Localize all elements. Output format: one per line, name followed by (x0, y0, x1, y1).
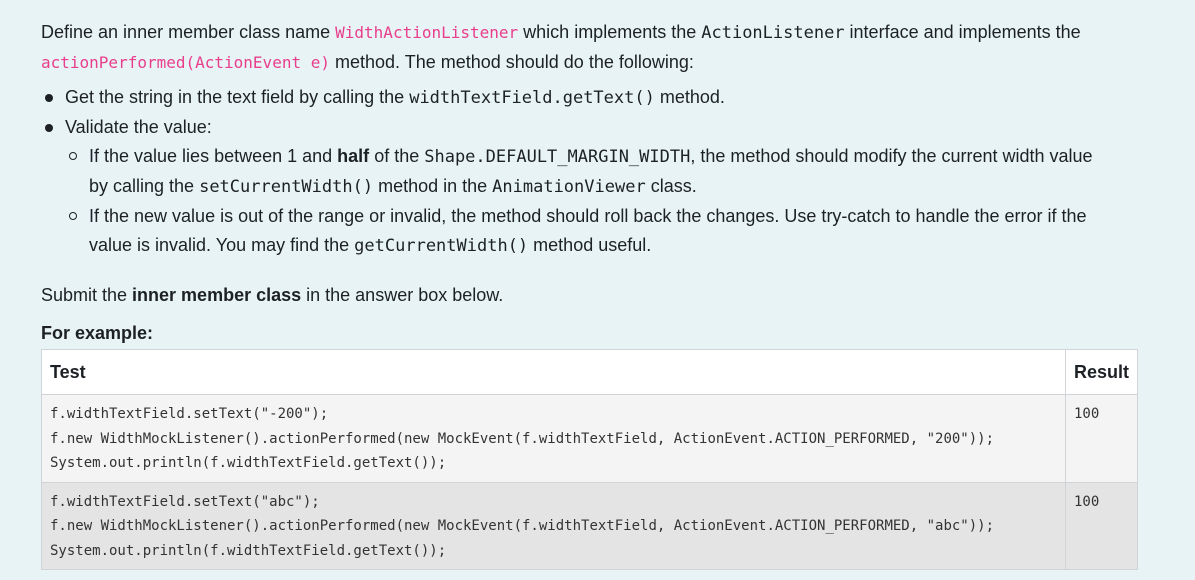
table-row: f.widthTextField.setText("-200"); f.new … (41, 394, 1139, 483)
setcurrentwidth-code: setCurrentWidth() (199, 177, 374, 197)
method-signature-code: actionPerformed(ActionEvent e) (41, 53, 330, 72)
getcurrentwidth-code: getCurrentWidth() (354, 236, 529, 256)
gettext-code: widthTextField.getText() (409, 88, 655, 108)
test-column-header: Test (41, 349, 1066, 395)
example-table: Test Result f.widthTextField.setText("-2… (41, 349, 1139, 570)
intro-text: Define an inner member class name (41, 22, 336, 42)
submit-instruction: Submit the inner member class in the ans… (41, 285, 504, 305)
animationviewer-code: AnimationViewer (492, 177, 646, 197)
result-cell: 100 (1064, 394, 1139, 483)
requirement-list: Get the string in the text field by call… (41, 83, 1181, 261)
test-cell: f.widthTextField.setText("abc"); f.new W… (41, 481, 1066, 570)
interface-name-code: ActionListener (701, 23, 845, 43)
intro-paragraph: Define an inner member class name WidthA… (41, 18, 1181, 77)
result-column-header: Result (1064, 349, 1139, 395)
table-row: f.widthTextField.setText("abc"); f.new W… (41, 481, 1139, 570)
test-cell: f.widthTextField.setText("-200"); f.new … (41, 394, 1066, 483)
question-text: Define an inner member class name WidthA… (41, 18, 1181, 348)
intro-text: which implements the (518, 22, 702, 42)
list-item: If the new value is out of the range or … (69, 202, 1181, 261)
validation-sublist: If the value lies between 1 and half of … (65, 142, 1181, 261)
list-item: Validate the value: If the value lies be… (45, 113, 1181, 261)
question-panel: Define an inner member class name WidthA… (0, 0, 1195, 580)
result-cell: 100 (1064, 481, 1139, 570)
list-item: If the value lies between 1 and half of … (69, 142, 1181, 202)
for-example-heading: For example: (41, 323, 154, 343)
intro-text: interface and implements the (844, 22, 1081, 42)
intro-text: method. The method should do the followi… (329, 52, 694, 72)
class-name-code: WidthActionListener (335, 23, 519, 42)
table-header-row: Test Result (41, 349, 1139, 395)
margin-width-code: Shape.DEFAULT_MARGIN_WIDTH (424, 147, 691, 167)
list-item: Get the string in the text field by call… (45, 83, 1181, 113)
